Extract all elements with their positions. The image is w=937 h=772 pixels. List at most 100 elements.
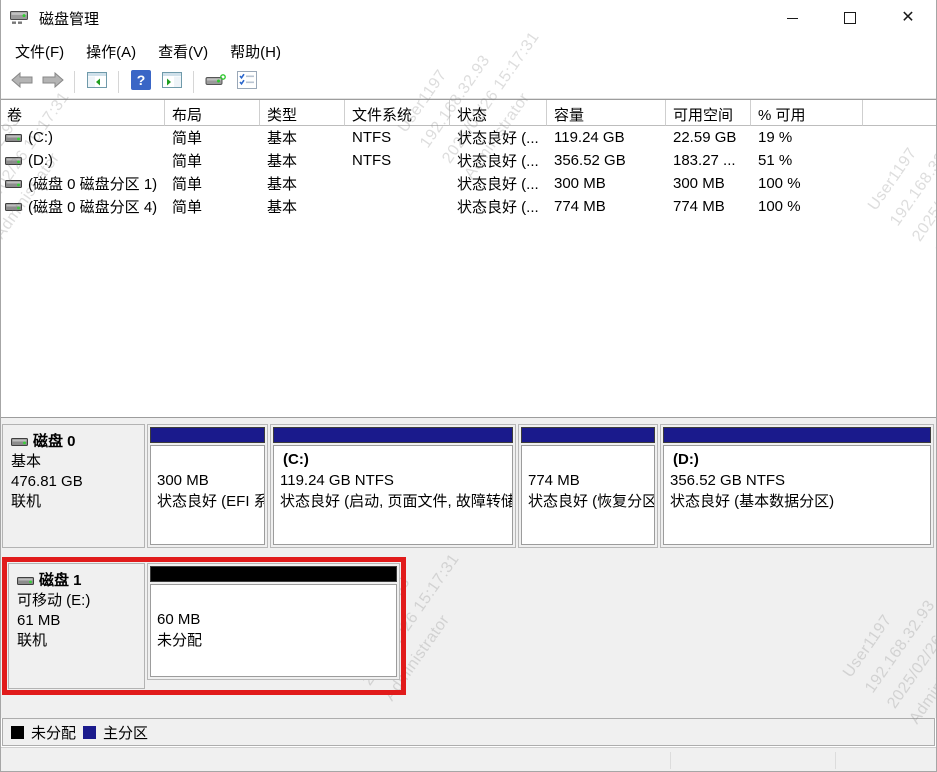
help-button[interactable]: ? (127, 69, 154, 96)
cell-pct_free: 100 % (751, 175, 863, 192)
partition-drive-letter (528, 449, 648, 470)
volume-row[interactable]: (D:)简单基本NTFS状态良好 (...356.52 GB183.27 ...… (0, 149, 937, 172)
back-button[interactable] (8, 69, 35, 96)
cell-pct_free: 100 % (751, 198, 863, 215)
column-header[interactable]: 类型 (260, 100, 345, 126)
highlight-box: 磁盘 1可移动 (E:)61 MB联机60 MB未分配 (2, 557, 406, 695)
partition-status: 状态良好 (启动, 页面文件, 故障转储 (280, 491, 506, 512)
column-header[interactable]: 布局 (165, 100, 260, 126)
disk-size: 476.81 GB (11, 472, 140, 492)
volume-row[interactable]: (磁盘 0 磁盘分区 1)简单基本状态良好 (...300 MB300 MB10… (0, 172, 937, 195)
status-bar (0, 747, 937, 772)
cell-pct_free: 19 % (751, 129, 863, 146)
volume-row[interactable]: (磁盘 0 磁盘分区 4)简单基本状态良好 (...774 MB774 MB10… (0, 195, 937, 218)
volume-table-header: 卷布局类型文件系统状态容量可用空间% 可用 (0, 100, 937, 126)
cell-layout: 简单 (165, 127, 260, 148)
close-button[interactable]: ✕ (879, 0, 937, 36)
partition[interactable]: (C:)119.24 GB NTFS状态良好 (启动, 页面文件, 故障转储 (270, 424, 516, 548)
minimize-icon (787, 18, 798, 19)
column-header[interactable]: % 可用 (751, 100, 863, 126)
volume-icon (5, 155, 22, 167)
legend-bar: 未分配 主分区 (2, 718, 935, 746)
rescan-disks-button[interactable] (202, 69, 229, 96)
partition-status: 状态良好 (恢复分区) (528, 491, 648, 512)
cell-free_space: 300 MB (666, 175, 751, 192)
legend-label: 未分配 (31, 722, 76, 743)
partition-band (521, 427, 655, 443)
partition-size: 774 MB (528, 470, 648, 491)
partition-status: 状态良好 (EFI 系统分区) (157, 491, 258, 512)
volume-icon (5, 201, 22, 213)
legend-swatch (11, 726, 24, 739)
partition-info: 60 MB未分配 (150, 584, 397, 677)
help-icon: ? (131, 70, 151, 94)
cell-volume: (磁盘 0 磁盘分区 4) (0, 196, 165, 217)
partition[interactable]: 300 MB状态良好 (EFI 系统分区) (147, 424, 268, 548)
menu-action[interactable]: 操作(A) (75, 37, 147, 66)
column-header[interactable]: 文件系统 (345, 100, 450, 126)
cell-capacity: 300 MB (547, 175, 666, 192)
partition-info: 300 MB状态良好 (EFI 系统分区) (150, 445, 265, 545)
action-pane-icon (162, 72, 182, 92)
cell-volume: (磁盘 0 磁盘分区 1) (0, 173, 165, 194)
cell-type: 基本 (260, 196, 345, 217)
forward-button[interactable] (39, 69, 66, 96)
minimize-button[interactable] (763, 0, 821, 36)
menu-file[interactable]: 文件(F) (4, 37, 75, 66)
window-title: 磁盘管理 (39, 8, 99, 29)
console-tree-button[interactable] (83, 69, 110, 96)
cell-capacity: 119.24 GB (547, 129, 666, 146)
legend-swatch (83, 726, 96, 739)
volume-icon (5, 178, 22, 190)
disk-icon (17, 575, 34, 587)
cell-layout: 简单 (165, 173, 260, 194)
graphical-view-pane: 磁盘 0基本476.81 GB联机300 MB状态良好 (EFI 系统分区)(C… (0, 417, 937, 718)
disk-label[interactable]: 磁盘 1可移动 (E:)61 MB联机 (8, 563, 145, 689)
volume-row[interactable]: (C:)简单基本NTFS状态良好 (...119.24 GB22.59 GB19… (0, 126, 937, 149)
volume-name: (C:) (28, 129, 53, 146)
partition-size: 300 MB (157, 470, 258, 491)
disk-kind: 基本 (11, 452, 140, 472)
partition-drive-letter: (D:) (670, 449, 924, 470)
disk-label[interactable]: 磁盘 0基本476.81 GB联机 (2, 424, 145, 548)
cell-status: 状态良好 (... (450, 150, 547, 171)
disk-icon (11, 436, 28, 448)
properties-button[interactable] (233, 69, 260, 96)
action-pane-button[interactable] (158, 69, 185, 96)
legend-label: 主分区 (103, 722, 148, 743)
partition-drive-letter (157, 588, 390, 609)
volume-name: (磁盘 0 磁盘分区 1) (28, 173, 157, 194)
maximize-button[interactable] (821, 0, 879, 36)
partition-size: 60 MB (157, 609, 390, 630)
statusbar-divider (670, 752, 671, 769)
toolbar-separator (118, 71, 119, 93)
menu-view[interactable]: 查看(V) (147, 37, 219, 66)
volume-table-body: (C:)简单基本NTFS状态良好 (...119.24 GB22.59 GB19… (0, 126, 937, 218)
cell-free_space: 183.27 ... (666, 152, 751, 169)
column-header[interactable]: 状态 (450, 100, 547, 126)
cell-fs: NTFS (345, 129, 450, 146)
partition-status: 未分配 (157, 630, 390, 651)
partition[interactable]: (D:)356.52 GB NTFS状态良好 (基本数据分区) (660, 424, 934, 548)
partition-drive-letter: (C:) (280, 449, 506, 470)
column-header[interactable]: 可用空间 (666, 100, 751, 126)
unallocated-partition[interactable]: 60 MB未分配 (147, 563, 400, 680)
cell-status: 状态良好 (... (450, 127, 547, 148)
cell-type: 基本 (260, 150, 345, 171)
menu-bar: 文件(F)操作(A)查看(V)帮助(H) (0, 36, 937, 66)
toolbar-separator (74, 71, 75, 93)
checklist-icon (237, 71, 257, 93)
partition-size: 356.52 GB NTFS (670, 470, 924, 491)
partition[interactable]: 774 MB状态良好 (恢复分区) (518, 424, 658, 548)
partition-info: (D:)356.52 GB NTFS状态良好 (基本数据分区) (663, 445, 931, 545)
partition-info: (C:)119.24 GB NTFS状态良好 (启动, 页面文件, 故障转储 (273, 445, 513, 545)
cell-layout: 简单 (165, 196, 260, 217)
disk-status: 联机 (11, 492, 140, 512)
column-header[interactable]: 卷 (0, 100, 165, 126)
partition-band (273, 427, 513, 443)
app-disk-icon (10, 10, 30, 26)
cell-layout: 简单 (165, 150, 260, 171)
menu-help[interactable]: 帮助(H) (219, 37, 292, 66)
forward-icon (42, 72, 64, 92)
column-header[interactable]: 容量 (547, 100, 666, 126)
